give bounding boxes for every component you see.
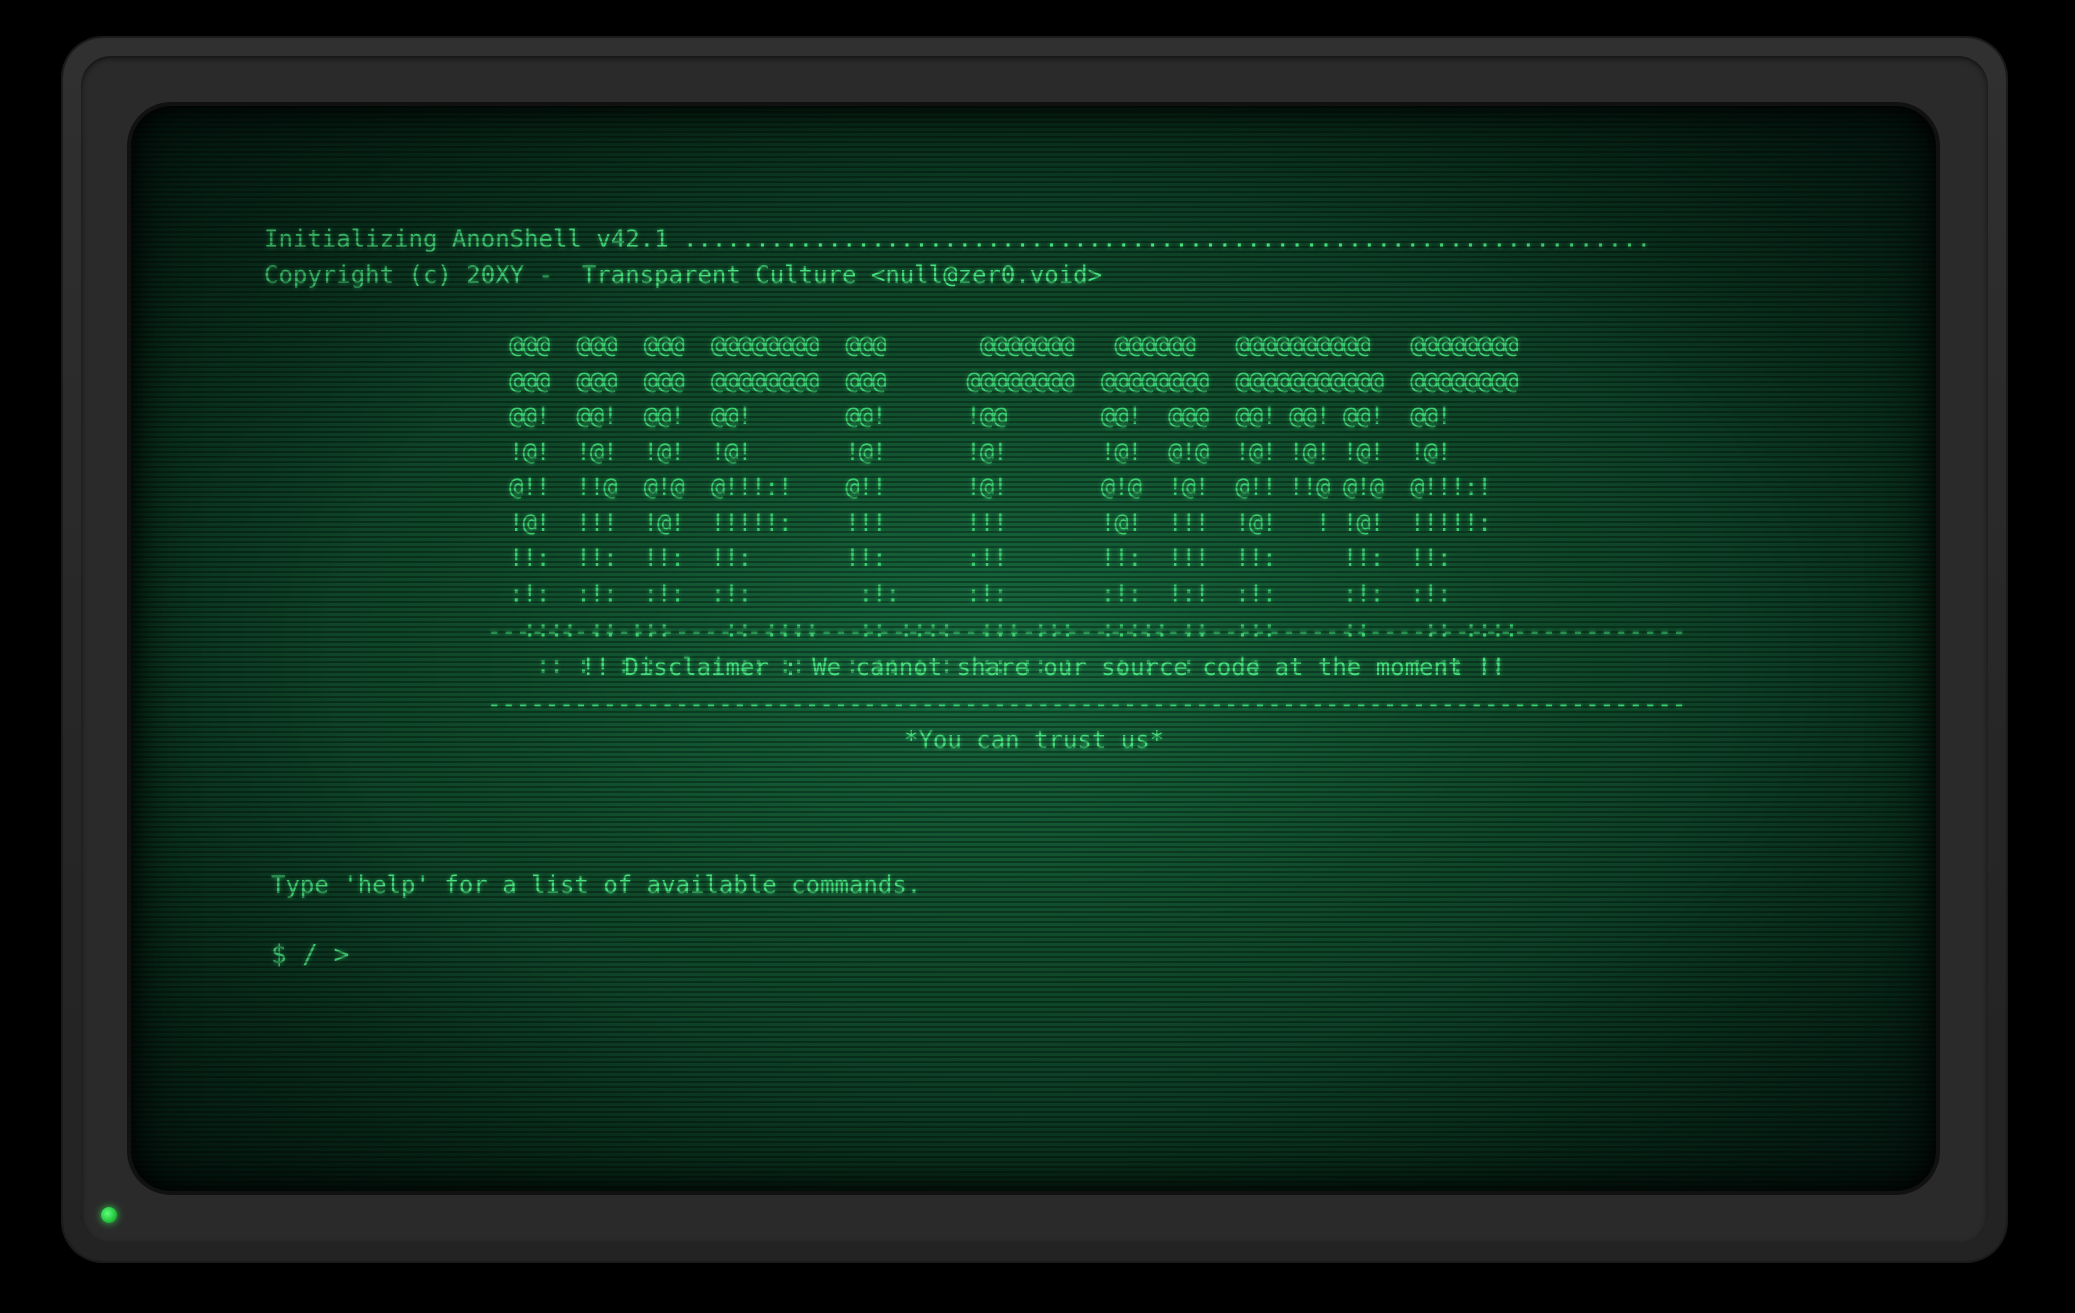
terminal-screen[interactable]: Initializing AnonShell v42.1 ...........… xyxy=(131,106,1936,1191)
divider-top: ----------------------------------------… xyxy=(487,617,1687,645)
command-prompt[interactable]: $ / > xyxy=(271,940,371,970)
init-line: Initializing AnonShell v42.1 ...........… xyxy=(264,225,1652,253)
power-led-icon xyxy=(101,1207,117,1223)
trust-text: *You can trust us* xyxy=(904,726,1165,754)
disclaimer-text: !! Disclaimer : We cannot share our sour… xyxy=(581,653,1506,681)
copyright-line: Copyright (c) 20XY - Transparent Culture… xyxy=(264,261,1103,289)
command-input-cursor[interactable] xyxy=(357,959,371,963)
help-hint: Type 'help' for a list of available comm… xyxy=(271,871,922,899)
crt-monitor: Initializing AnonShell v42.1 ...........… xyxy=(63,38,2006,1261)
divider-bottom: ----------------------------------------… xyxy=(487,690,1687,718)
terminal-output: Initializing AnonShell v42.1 ...........… xyxy=(131,106,1936,1191)
prompt-symbol: $ / > xyxy=(271,940,350,970)
